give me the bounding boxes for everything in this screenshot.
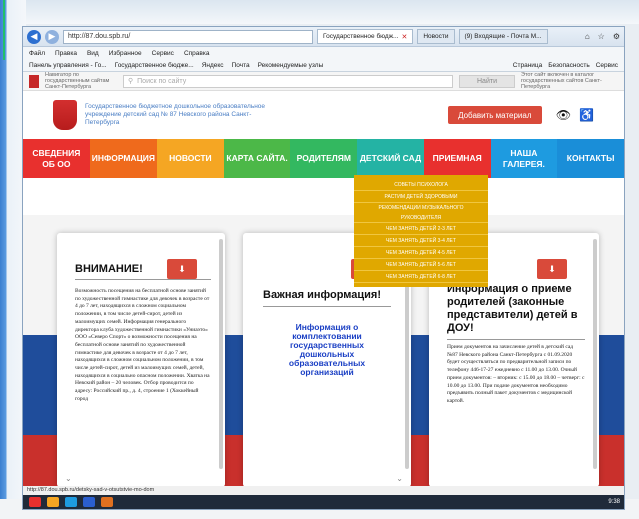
menu-tools[interactable]: Сервис	[152, 50, 174, 57]
notice-link[interactable]: Информация о комплектовании государствен…	[263, 323, 391, 377]
folder-icon[interactable]	[47, 497, 59, 507]
menu-view[interactable]: Вид	[87, 50, 99, 57]
clock: 9:38	[608, 499, 620, 505]
menu-help[interactable]: Справка	[184, 50, 210, 57]
favorites-bar: Панель управления - Го... Государственно…	[23, 59, 624, 72]
dropdown-item[interactable]: РЕКОМЕНДАЦИИ МУЗЫКАЛЬНОГО РУКОВОДИТЕЛЯ	[354, 203, 488, 223]
eye-icon[interactable]: 👁	[556, 108, 571, 122]
attention-card: ⬇ ВНИМАНИЕ! Возможность посещения на бес…	[57, 233, 225, 487]
header-icons: 👁 ♿	[556, 108, 594, 122]
dropdown-item[interactable]: ЧЕМ ЗАНЯТЬ ДЕТЕЙ 3-4 ЛЕТ	[354, 235, 488, 247]
window-controls: ⌂ ☆ ⚙	[585, 32, 620, 41]
fav-item[interactable]: Государственное бюдже...	[115, 62, 194, 69]
desktop-top-edge	[0, 0, 639, 24]
tab-label: Новости	[423, 33, 449, 40]
dropdown-item[interactable]: РАСТИМ ДЕТЕЙ ЗДОРОВЫМИ	[354, 191, 488, 203]
gov-portal-bar: Навигатор по государственным сайтам Санк…	[23, 72, 624, 91]
chevron-down-icon[interactable]: ⌄	[65, 474, 72, 483]
site-title[interactable]: Государственное бюджетное дошкольное обр…	[85, 103, 275, 127]
command-bar: Страница Безопасность Сервис	[513, 62, 618, 69]
dropdown-item[interactable]: СОВЕТЫ ПСИХОЛОГА	[354, 179, 488, 191]
nav-item[interactable]: ПРИЕМНАЯ	[423, 139, 491, 178]
card-body: Возможность посещения на бесплатной осно…	[75, 288, 210, 402]
menu-favorites[interactable]: Избранное	[109, 50, 142, 57]
address-row: ◀ ▶ http://87.dou.spb.ru/ Государственно…	[23, 27, 624, 47]
url-text: http://87.dou.spb.ru/	[68, 33, 131, 40]
close-icon[interactable]: ✕	[401, 33, 407, 41]
security-menu[interactable]: Безопасность	[548, 62, 589, 69]
browser-icon[interactable]	[65, 497, 77, 507]
nav-item[interactable]: КОНТАКТЫ	[557, 139, 624, 178]
tab-label: Государственное бюдж...	[323, 33, 399, 40]
menu-edit[interactable]: Правка	[55, 50, 77, 57]
accessibility-icon[interactable]: ♿	[579, 108, 594, 122]
dropdown-item[interactable]: ЧЕМ ЗАНЯТЬ ДЕТЕЙ 4-5 ЛЕТ	[354, 247, 488, 259]
nav-item[interactable]: КАРТА САЙТА.	[223, 139, 291, 178]
spb-crest-icon	[29, 74, 39, 88]
star-icon[interactable]: ☆	[598, 32, 605, 41]
tab-label: (9) Входящие - Почта М...	[464, 33, 542, 40]
page-menu[interactable]: Страница	[513, 62, 542, 69]
word-icon[interactable]	[83, 497, 95, 507]
card-title: Информация о приеме родителей (законные …	[447, 283, 578, 334]
chevron-down-icon[interactable]: ⌄	[396, 474, 403, 483]
pdf-icon[interactable]: ⬇	[167, 259, 197, 279]
tab-news[interactable]: Новости	[417, 29, 455, 44]
tab-mail[interactable]: (9) Входящие - Почта М...	[458, 29, 548, 44]
gov-navigator[interactable]: Навигатор по государственным сайтам Санк…	[45, 72, 117, 90]
nav-item[interactable]: НАША ГАЛЕРЕЯ.	[490, 139, 558, 178]
site-header: Государственное бюджетное дошкольное обр…	[23, 91, 624, 139]
powerpoint-icon[interactable]	[101, 497, 113, 507]
desktop-accent-bar	[3, 0, 5, 60]
add-material-button[interactable]: Добавить материал	[447, 106, 542, 124]
pdf-icon[interactable]: ⬇	[537, 259, 567, 279]
site-crest-logo[interactable]	[53, 100, 77, 130]
search-placeholder: Поиск по сайту	[137, 77, 187, 85]
nav-item[interactable]: ИНФОРМАЦИЯ	[89, 139, 158, 178]
tab-gov[interactable]: Государственное бюдж... ✕	[317, 29, 414, 44]
address-bar[interactable]: http://87.dou.spb.ru/	[63, 29, 313, 44]
gov-help-text: Этот сайт включен в каталог государствен…	[521, 72, 602, 90]
nav-item[interactable]: ДЕТСКИЙ САД	[357, 139, 424, 178]
start-icon[interactable]	[29, 497, 41, 507]
card-body: Прием документов на зачисление детей в д…	[447, 344, 585, 404]
find-button[interactable]: Найти	[459, 74, 515, 88]
menu-file[interactable]: Файл	[29, 50, 45, 57]
fav-item[interactable]: Панель управления - Го...	[29, 62, 107, 69]
fav-item[interactable]: Рекомендуемые узлы	[258, 62, 324, 69]
tools-menu[interactable]: Сервис	[596, 62, 618, 69]
fav-item[interactable]: Почта	[232, 62, 250, 69]
site-search-input[interactable]: ⚲ Поиск по сайту	[123, 74, 453, 88]
home-icon[interactable]: ⌂	[585, 32, 590, 41]
menu-bar: Файл Правка Вид Избранное Сервис Справка	[23, 47, 624, 59]
main-nav: СВЕДЕНИЯ ОБ ОО ИНФОРМАЦИЯ НОВОСТИ КАРТА САЙ…	[23, 139, 624, 178]
gear-icon[interactable]: ⚙	[613, 32, 620, 41]
taskbar: 9:38	[23, 495, 624, 509]
card-title: Важная информация!	[263, 289, 381, 301]
nav-item[interactable]: НОВОСТИ	[157, 139, 224, 178]
divider	[263, 306, 391, 307]
forward-icon[interactable]: ▶	[45, 29, 59, 44]
dropdown-item[interactable]: ЧЕМ ЗАНЯТЬ ДЕТЕЙ 6-8 ЛЕТ	[354, 271, 488, 283]
divider	[447, 339, 585, 340]
nav-item[interactable]: СВЕДЕНИЯ ОБ ОО	[23, 139, 90, 178]
divider	[75, 279, 211, 280]
dropdown-item[interactable]: ЧЕМ ЗАНЯТЬ ДЕТЕЙ 2-3 ЛЕТ	[354, 223, 488, 235]
fav-item[interactable]: Яндекс	[202, 62, 224, 69]
dropdown-item[interactable]: ЧЕМ ЗАНЯТЬ ДЕТЕЙ 5-6 ЛЕТ	[354, 259, 488, 271]
search-icon: ⚲	[128, 78, 134, 85]
browser-window: ◀ ▶ http://87.dou.spb.ru/ Государственно…	[22, 26, 625, 510]
card-scrollbar[interactable]	[593, 239, 597, 469]
card-scrollbar[interactable]	[219, 239, 223, 469]
status-bar: http://87.dou.spb.ru/detsky-sad-v-otsuts…	[23, 486, 624, 495]
back-icon[interactable]: ◀	[27, 29, 41, 44]
content-area: ⬇ ВНИМАНИЕ! Возможность посещения на бес…	[23, 215, 624, 509]
nav-item[interactable]: РОДИТЕЛЯМ	[290, 139, 358, 178]
kindergarten-dropdown: СОВЕТЫ ПСИХОЛОГА РАСТИМ ДЕТЕЙ ЗДОРОВЫМИ РЕ…	[354, 175, 488, 287]
